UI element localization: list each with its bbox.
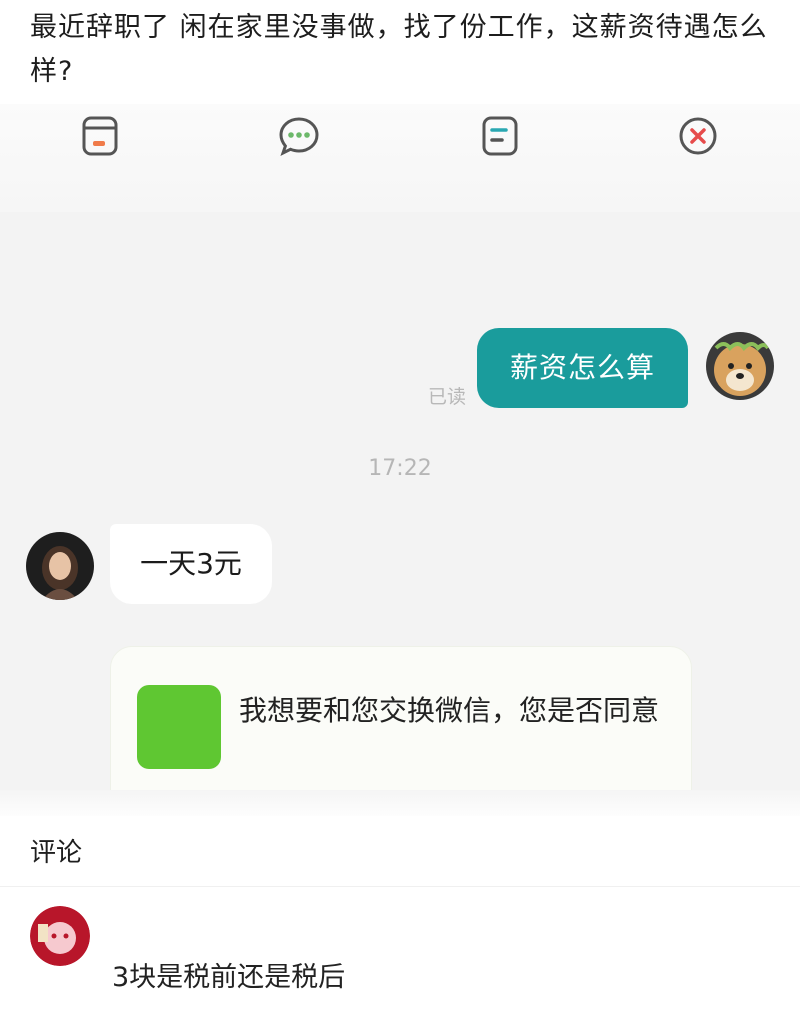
commenter-avatar[interactable] <box>30 906 90 966</box>
wechat-exchange-card: 我想要和您交换微信，您是否同意 拒绝 同意 <box>110 646 692 790</box>
note-icon[interactable] <box>478 114 522 158</box>
comments-title: 评论 <box>30 838 83 868</box>
message-timestamp: 17:22 <box>368 456 432 481</box>
read-status: 已读 <box>428 386 467 408</box>
comments-separator <box>0 886 800 887</box>
chat-area: 薪资怎么算 已读 17:22 一天3元 我想要和您交换微信，您是否同意 <box>0 212 800 790</box>
chat-icon[interactable] <box>277 114 321 158</box>
close-icon[interactable] <box>676 114 720 158</box>
contact-avatar[interactable] <box>26 532 94 600</box>
outgoing-message-bubble[interactable]: 薪资怎么算 <box>477 328 688 408</box>
calendar-icon[interactable] <box>78 114 122 158</box>
post-title: 最近辞职了 闲在家里没事做，找了份工作，这薪资待遇怎么样? <box>30 12 768 87</box>
own-avatar[interactable] <box>706 332 774 400</box>
chat-screenshot: 薪资怎么算 已读 17:22 一天3元 我想要和您交换微信，您是否同意 <box>0 104 800 790</box>
chat-toolbar <box>0 104 800 212</box>
exchange-request-text: 我想要和您交换微信，您是否同意 <box>239 694 660 727</box>
incoming-message-bubble[interactable]: 一天3元 <box>110 524 272 604</box>
section-divider <box>0 790 800 816</box>
wechat-icon <box>137 685 221 769</box>
comment-text: 3块是税前还是税后 <box>112 962 346 993</box>
